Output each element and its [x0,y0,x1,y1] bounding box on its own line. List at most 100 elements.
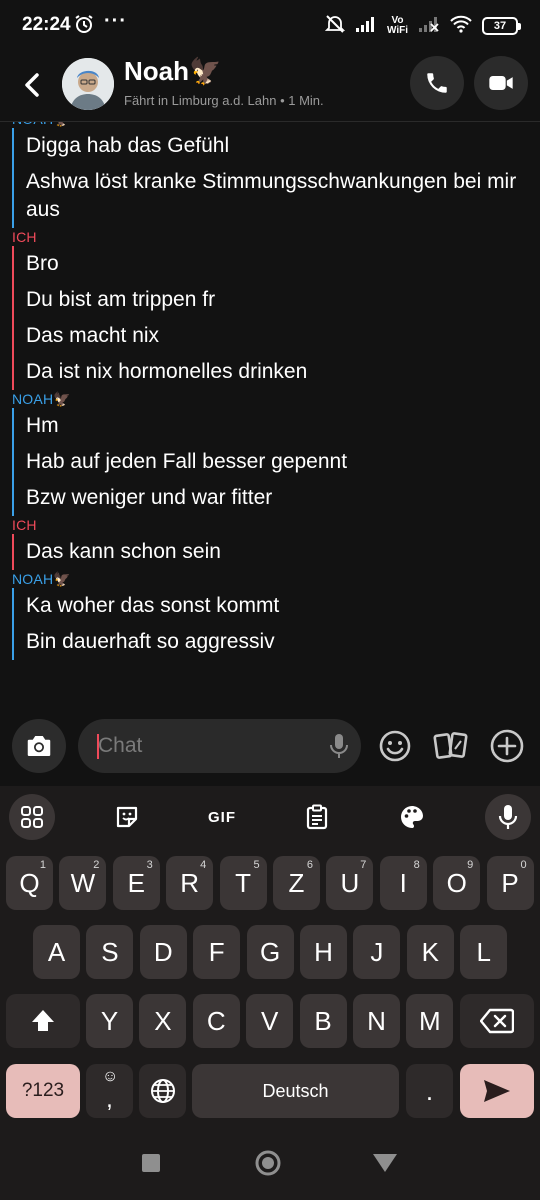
key-h[interactable]: H [300,925,347,979]
key-y-label: Y [100,1005,119,1036]
key-g[interactable]: G [246,925,294,979]
microphone-icon [498,805,518,829]
call-button[interactable] [410,56,464,110]
contact-name[interactable]: Noah🦅 [124,56,221,87]
period-key-label: . [425,1075,434,1106]
chat-message[interactable]: Hm [26,408,540,444]
chat-message[interactable]: Da ist nix hormonelles drinken [26,354,540,390]
period-key[interactable]: . [406,1064,453,1118]
avatar[interactable] [62,58,114,110]
key-a[interactable]: A [33,925,80,979]
palette-icon [401,806,423,828]
key-p[interactable]: P0 [486,856,534,910]
chat-input-container[interactable] [78,719,361,773]
key-l-label: L [476,936,491,967]
theme-button[interactable] [389,794,435,840]
numbers-key-label: ?123 [21,1080,65,1101]
emoji-button[interactable] [375,726,415,766]
backspace-icon [480,1008,514,1034]
key-y[interactable]: Y [86,994,133,1048]
numbers-key[interactable]: ?123 [6,1064,80,1118]
recents-button[interactable] [136,1148,166,1178]
key-r-hint: 4 [200,859,207,871]
key-b[interactable]: B [299,994,347,1048]
key-o-label: O [446,867,467,898]
chat-message[interactable]: Das macht nix [26,318,540,354]
plus-circle-icon [490,729,524,763]
smiley-icon [379,730,411,762]
vowifi-line-2: WiFi [386,25,408,36]
comma-key[interactable]: , ☺ [86,1064,133,1118]
key-s[interactable]: S [86,925,134,979]
language-key[interactable] [139,1064,186,1118]
video-call-button[interactable] [474,56,528,110]
key-e[interactable]: E3 [112,856,160,910]
key-u[interactable]: U7 [326,856,374,910]
key-o[interactable]: O9 [433,856,481,910]
apps-grid-button[interactable] [9,794,55,840]
key-j[interactable]: J [353,925,401,979]
key-x[interactable]: X [139,994,187,1048]
status-bar: 22:24 ··· Vo WiFi 37 [0,0,540,52]
camera-icon [27,736,51,756]
camera-button[interactable] [12,719,66,773]
key-c-label: C [206,1005,226,1036]
cards-button[interactable] [431,726,471,766]
key-t[interactable]: T5 [219,856,267,910]
chat-message[interactable]: Hab auf jeden Fall besser gepennt [26,444,540,480]
chat-message[interactable]: Das kann schon sein [26,534,540,570]
sticker-button[interactable] [104,794,150,840]
key-e-label: E [127,867,145,898]
gif-button[interactable]: GIF [199,794,245,840]
voice-input-button[interactable] [485,794,531,840]
mute-icon [324,14,346,39]
key-i[interactable]: I8 [379,856,427,910]
grid-icon [21,806,43,828]
chat-message[interactable]: Bzw weniger und war fitter [26,480,540,516]
back-nav-button[interactable] [370,1148,400,1178]
chat-message[interactable]: Bin dauerhaft so aggressiv [26,624,540,660]
key-k-label: K [421,936,439,967]
add-button[interactable] [487,726,527,766]
microphone-icon[interactable] [329,733,349,764]
key-i-label: I [399,867,407,898]
key-e-hint: 3 [146,859,153,871]
chat-message[interactable]: Ka woher das sonst kommt [26,588,540,624]
chat-message[interactable]: Bro [26,246,540,282]
backspace-key[interactable] [460,994,534,1048]
key-k[interactable]: K [406,925,454,979]
key-q[interactable]: Q1 [6,856,53,910]
comma-key-hint: ☺ [102,1068,119,1085]
message-list[interactable]: NOAH🦅 Digga hab das GefühlAshwa löst kran… [0,122,540,706]
chat-message[interactable]: Du bist am trippen fr [26,282,540,318]
shift-key[interactable] [6,994,80,1048]
chat-message[interactable]: Digga hab das Gefühl [26,128,540,164]
globe-icon [150,1079,175,1103]
key-n[interactable]: N [353,994,400,1048]
send-key[interactable] [460,1064,534,1118]
alarm-icon [74,14,94,39]
key-h-label: H [314,936,333,967]
chat-input[interactable] [98,719,318,773]
key-z-hint: 6 [306,859,313,871]
key-l[interactable]: L [460,925,508,979]
chevron-left-icon [25,73,39,97]
clipboard-button[interactable] [294,794,340,840]
key-v[interactable]: V [246,994,294,1048]
key-f[interactable]: F [193,925,241,979]
key-d[interactable]: D [139,925,187,979]
space-key[interactable]: Deutsch [192,1064,399,1118]
chat-message[interactable]: Ashwa löst kranke Stimmungsschwankungen … [26,164,540,228]
status-more-icon: ··· [104,10,127,32]
keyboard-toolbar: GIF [0,786,540,846]
back-button[interactable] [16,68,50,102]
key-w[interactable]: W2 [59,856,107,910]
home-button[interactable] [253,1148,283,1178]
message-group: NOAH🦅 Ka woher das sonst kommt Bin dauerha… [0,570,540,660]
key-r[interactable]: R4 [166,856,214,910]
key-v-label: V [261,1005,279,1036]
battery-icon: 37 [482,17,521,35]
key-z[interactable]: Z6 [273,856,320,910]
key-m[interactable]: M [406,994,454,1048]
key-c[interactable]: C [192,994,240,1048]
